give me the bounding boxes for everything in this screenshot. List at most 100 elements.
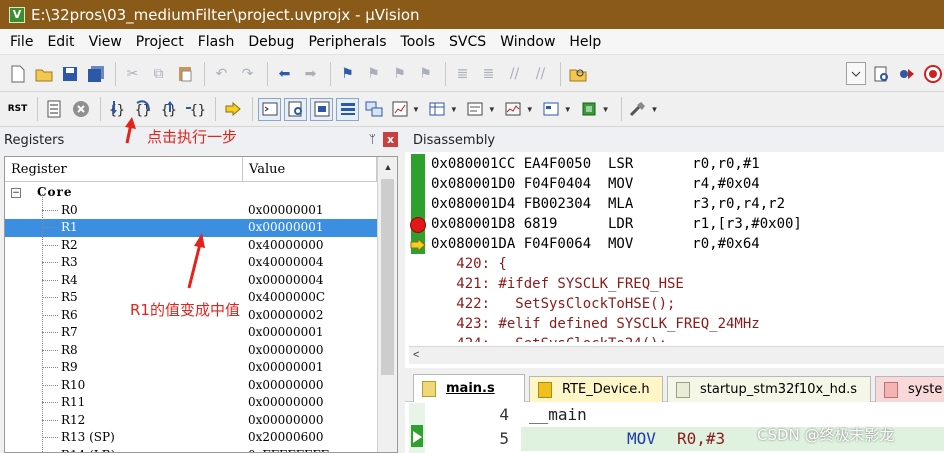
register-value[interactable]: 0x20000600 (248, 429, 323, 447)
scroll-left-icon[interactable]: < (413, 349, 419, 361)
source-line[interactable]: 420: { (431, 254, 507, 274)
registers-scrollbar[interactable]: ▲ (377, 157, 397, 452)
source-line[interactable]: 424: SetSysClockTo24(); (431, 334, 667, 342)
previous-bookmark-icon[interactable]: ⚑ (362, 62, 385, 85)
disassembly-instruction[interactable]: 0x080001D8 6819 LDR r1,[r3,#0x00] (431, 214, 802, 234)
stop-debug-icon[interactable] (921, 62, 944, 85)
close-icon[interactable]: x (383, 132, 398, 147)
paste-icon[interactable] (173, 62, 196, 85)
debug-session-icon[interactable] (895, 62, 918, 85)
register-row[interactable]: R9 0x00000001 (5, 359, 377, 377)
uncomment-icon[interactable]: // (529, 62, 552, 85)
register-value[interactable]: 0x00000001 (248, 324, 323, 342)
source-line[interactable]: 422: SetSysClockToHSE(); (431, 294, 675, 314)
chevron-down-icon[interactable]: ▼ (450, 105, 458, 114)
new-file-icon[interactable] (6, 62, 29, 85)
register-value[interactable]: 0x00000000 (248, 377, 323, 395)
scroll-up-icon[interactable]: ▲ (378, 157, 397, 177)
register-row[interactable]: R12 0x00000000 (5, 412, 377, 430)
disassembly-view[interactable]: 0x080001CC EA4F0050 LSR r0,r0,#1 0x080001… (409, 154, 944, 342)
run-to-cursor-icon[interactable]: {} (184, 98, 207, 121)
indent-icon[interactable]: ≣ (451, 62, 474, 85)
source-line[interactable]: 423: #elif defined SYSCLK_FREQ_24MHz (431, 314, 759, 334)
register-value[interactable]: 0x00000000 (248, 342, 323, 360)
register-value[interactable]: 0x00000004 (248, 272, 323, 290)
disassembly-window-icon[interactable] (284, 97, 307, 121)
collapse-icon[interactable]: − (11, 188, 21, 198)
menu-help[interactable]: Help (562, 34, 608, 50)
disassembly-gutter[interactable] (409, 154, 429, 342)
symbols-window-icon[interactable] (310, 97, 333, 121)
call-stack-window-icon[interactable] (362, 98, 385, 121)
chevron-down-icon[interactable]: ▼ (564, 105, 572, 114)
menu-edit[interactable]: Edit (40, 34, 81, 50)
insert-bookmark-icon[interactable]: ⚑ (336, 62, 359, 85)
analysis-window-icon[interactable] (502, 98, 525, 121)
navigate-back-icon[interactable]: ⬅ (273, 62, 296, 85)
tab-startup-stm32f10x-hd-s[interactable]: startup_stm32f10x_hd.s (667, 376, 871, 402)
register-value[interactable]: 0x00000001 (248, 219, 323, 237)
disassembly-horizontal-scrollbar[interactable]: < (409, 346, 944, 364)
disassembly-instruction[interactable]: 0x080001D0 F04F0404 MOV r4,#0x04 (431, 174, 760, 194)
tab-main-s[interactable]: main.s (413, 374, 525, 402)
register-group-core[interactable]: − Core (5, 184, 377, 202)
register-row[interactable]: R14 (LR) 0xFFFFFFFF (5, 447, 377, 453)
step-out-icon[interactable]: {} (158, 98, 181, 121)
redo-icon[interactable]: ↷ (236, 62, 259, 85)
menu-file[interactable]: File (3, 34, 40, 50)
scrollbar-thumb[interactable] (381, 179, 394, 375)
column-header-value[interactable]: Value (243, 157, 377, 181)
find-dropdown-icon[interactable] (846, 62, 866, 85)
disassembly-instruction[interactable]: 0x080001D4 FB002304 MLA r3,r0,r4,r2 (431, 194, 785, 214)
trace-window-icon[interactable] (540, 98, 563, 121)
register-value[interactable]: 0x00000002 (248, 307, 323, 325)
memory-window-icon[interactable] (426, 98, 449, 121)
register-row[interactable]: R11 0x00000000 (5, 394, 377, 412)
watch-window-icon[interactable] (388, 98, 411, 121)
chevron-down-icon[interactable]: ▼ (526, 105, 534, 114)
find-in-files-icon[interactable] (566, 62, 589, 85)
open-folder-icon[interactable] (32, 62, 55, 85)
registers-window-icon[interactable] (336, 97, 359, 121)
menu-flash[interactable]: Flash (191, 34, 242, 50)
register-row[interactable]: R7 0x00000001 (5, 324, 377, 342)
tab-rte-device-h[interactable]: RTE_Device.h (529, 376, 663, 402)
cut-icon[interactable]: ✂ (121, 62, 144, 85)
register-row[interactable]: R0 0x00000001 (5, 202, 377, 220)
clear-bookmarks-icon[interactable]: ⚑ (414, 62, 437, 85)
menu-view[interactable]: View (82, 34, 129, 50)
source-line[interactable]: 421: #ifdef SYSCLK_FREQ_HSE (431, 274, 684, 294)
register-row[interactable]: R13 (SP) 0x20000600 (5, 429, 377, 447)
save-all-icon[interactable] (84, 62, 107, 85)
pin-icon[interactable]: ᛘ (369, 132, 376, 146)
breakpoint-icon[interactable] (410, 217, 426, 233)
chevron-down-icon[interactable]: ▼ (488, 105, 496, 114)
register-value[interactable]: 0x40000004 (248, 254, 323, 272)
menu-project[interactable]: Project (129, 34, 191, 50)
run-icon[interactable] (43, 98, 66, 121)
incremental-find-icon[interactable] (869, 62, 892, 85)
editor-gutter[interactable] (409, 403, 425, 453)
unindent-icon[interactable]: ≣ (477, 62, 500, 85)
column-header-register[interactable]: Register (5, 157, 243, 181)
register-value[interactable]: 0x4000000C (248, 289, 325, 307)
chevron-down-icon[interactable]: ▼ (602, 105, 610, 114)
system-viewer-icon[interactable] (578, 98, 601, 121)
register-value[interactable]: 0x40000000 (248, 237, 323, 255)
menu-svcs[interactable]: SVCS (442, 34, 493, 50)
next-bookmark-icon[interactable]: ⚑ (388, 62, 411, 85)
menu-peripherals[interactable]: Peripherals (301, 34, 393, 50)
register-value[interactable]: 0x00000001 (248, 359, 323, 377)
register-row[interactable]: R10 0x00000000 (5, 377, 377, 395)
show-next-statement-icon[interactable] (221, 98, 244, 121)
register-row[interactable]: R8 0x00000000 (5, 342, 377, 360)
menu-window[interactable]: Window (493, 34, 562, 50)
undo-icon[interactable]: ↶ (210, 62, 233, 85)
disassembly-instruction[interactable]: 0x080001DA F04F0064 MOV r0,#0x64 (431, 234, 760, 254)
chevron-down-icon[interactable]: ▼ (412, 105, 420, 114)
comment-icon[interactable]: // (503, 62, 526, 85)
register-value[interactable]: 0x00000001 (248, 202, 323, 220)
register-value[interactable]: 0x00000000 (248, 412, 323, 430)
register-value[interactable]: 0xFFFFFFFF (248, 447, 329, 453)
chevron-down-icon[interactable]: ▼ (651, 105, 659, 114)
